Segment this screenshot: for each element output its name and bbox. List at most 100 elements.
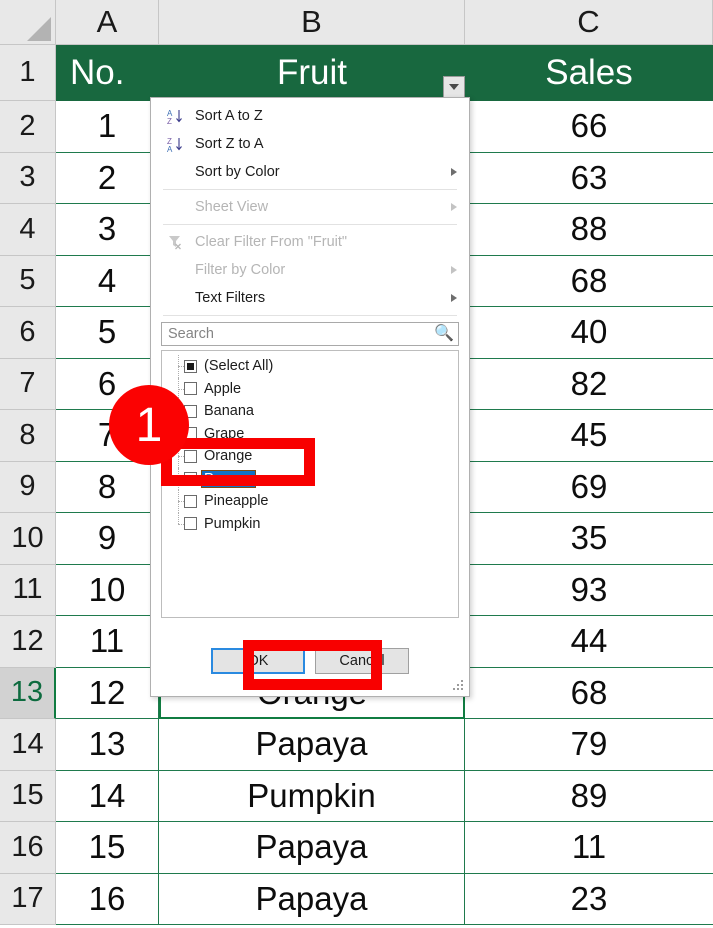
filter-list-item-pumpkin[interactable]: Pumpkin (162, 512, 458, 536)
cell-a5[interactable]: 4 (56, 255, 159, 307)
menu-item-sheet-view: Sheet View (151, 193, 469, 221)
filter-list-item-label: (Select All) (204, 358, 274, 375)
cell-a2[interactable]: 1 (56, 101, 159, 153)
cell-a15[interactable]: 14 (56, 770, 159, 822)
submenu-arrow-icon (451, 168, 457, 176)
highlight-box-ok-button (243, 640, 382, 690)
row-header-4[interactable]: 4 (0, 204, 56, 256)
row-header-3[interactable]: 3 (0, 152, 56, 204)
menu-separator (163, 315, 457, 316)
cell-c13[interactable]: 68 (465, 667, 713, 719)
filter-list-item-banana[interactable]: Banana (162, 400, 458, 423)
no-icon (161, 285, 189, 311)
cell-a16[interactable]: 15 (56, 822, 159, 874)
cell-c2[interactable]: 66 (465, 101, 713, 153)
cell-c12[interactable]: 44 (465, 616, 713, 668)
cell-c11[interactable]: 93 (465, 564, 713, 616)
menu-item-sort-a-to-z[interactable]: A Z Sort A to Z (151, 102, 469, 130)
cell-c7[interactable]: 82 (465, 358, 713, 410)
cell-a12[interactable]: 11 (56, 616, 159, 668)
cell-a3[interactable]: 2 (56, 152, 159, 204)
tree-connector-icon (174, 512, 184, 536)
clear-filter-icon (161, 229, 189, 255)
cell-a9[interactable]: 8 (56, 461, 159, 513)
row-header-11[interactable]: 11 (0, 564, 56, 616)
cell-c15[interactable]: 89 (465, 770, 713, 822)
menu-item-label: Sort A to Z (195, 108, 263, 124)
menu-item-sort-z-to-a[interactable]: Z A Sort Z to A (151, 130, 469, 158)
row-header-1[interactable]: 1 (0, 45, 56, 101)
resize-grip-icon[interactable] (453, 680, 465, 692)
cell-b17[interactable]: Papaya (159, 873, 465, 925)
cell-a11[interactable]: 10 (56, 564, 159, 616)
menu-item-label: Sheet View (195, 199, 269, 215)
chevron-down-icon (449, 84, 459, 90)
column-header-row: A B C (0, 0, 713, 45)
filter-list-item-pineapple[interactable]: Pineapple (162, 490, 458, 513)
filter-list-item-label: Apple (204, 380, 242, 397)
row-header-9[interactable]: 9 (0, 461, 56, 513)
cell-c3[interactable]: 63 (465, 152, 713, 204)
row-header-15[interactable]: 15 (0, 770, 56, 822)
filter-list-item-apple[interactable]: Apple (162, 377, 458, 401)
filter-list-item-select-all[interactable]: (Select All) (162, 355, 458, 378)
cell-c8[interactable]: 45 (465, 410, 713, 462)
cell-b15[interactable]: Pumpkin (159, 770, 465, 822)
filter-menu: A Z Sort A to Z Z A Sort Z to A Sort by Color S… (151, 98, 469, 316)
row-header-6[interactable]: 6 (0, 307, 56, 359)
checkbox-unchecked[interactable] (184, 494, 197, 508)
checkbox-unchecked[interactable] (184, 517, 197, 531)
row-header-10[interactable]: 10 (0, 513, 56, 565)
sort-az-icon: AZ (161, 103, 189, 129)
row-header-8[interactable]: 8 (0, 410, 56, 462)
filter-dropdown-button-fruit[interactable] (443, 76, 465, 98)
no-icon (161, 194, 189, 220)
row-header-7[interactable]: 7 (0, 358, 56, 410)
cell-c6[interactable]: 40 (465, 307, 713, 359)
cell-c9[interactable]: 69 (465, 461, 713, 513)
row-header-14[interactable]: 14 (0, 719, 56, 771)
cell-a13[interactable]: 12 (56, 667, 159, 719)
row-header-12[interactable]: 12 (0, 616, 56, 668)
row-header-16[interactable]: 16 (0, 822, 56, 874)
checkbox-unchecked[interactable] (184, 382, 197, 396)
cell-a10[interactable]: 9 (56, 513, 159, 565)
row-header-5[interactable]: 5 (0, 255, 56, 307)
cell-a14[interactable]: 13 (56, 719, 159, 771)
step-badge-1: 1 (109, 385, 189, 465)
menu-separator (163, 189, 457, 190)
filter-list-item-label: Pumpkin (204, 515, 261, 532)
cell-c16[interactable]: 11 (465, 822, 713, 874)
cell-c17[interactable]: 23 (465, 873, 713, 925)
cell-a6[interactable]: 5 (56, 307, 159, 359)
menu-separator (163, 224, 457, 225)
select-all-corner[interactable] (0, 0, 56, 45)
cell-b14[interactable]: Papaya (159, 719, 465, 771)
menu-item-sort-by-color[interactable]: Sort by Color (151, 158, 469, 186)
menu-item-label: Sort Z to A (195, 136, 264, 152)
submenu-arrow-icon (451, 294, 457, 302)
filter-dropdown-panel: A Z Sort A to Z Z A Sort Z to A Sort by Color S… (150, 97, 470, 697)
cell-a1-no[interactable]: No. (56, 45, 159, 101)
cell-c4[interactable]: 88 (465, 204, 713, 256)
checkbox-partial[interactable] (184, 359, 197, 373)
highlight-box-papaya (161, 438, 315, 486)
column-header-a[interactable]: A (56, 0, 159, 45)
menu-item-text-filters[interactable]: Text Filters (151, 284, 469, 312)
cell-b1-fruit[interactable]: Fruit (159, 45, 465, 101)
cell-c5[interactable]: 68 (465, 255, 713, 307)
row-header-17[interactable]: 17 (0, 873, 56, 925)
search-input[interactable]: Search (168, 326, 434, 342)
row-header-2[interactable]: 2 (0, 101, 56, 153)
row-header-13[interactable]: 13 (0, 667, 56, 719)
cell-a17[interactable]: 16 (56, 873, 159, 925)
column-header-c[interactable]: C (465, 0, 713, 45)
cell-b16[interactable]: Papaya (159, 822, 465, 874)
cell-c14[interactable]: 79 (465, 719, 713, 771)
cell-c1-sales[interactable]: Sales (465, 45, 713, 101)
column-header-b[interactable]: B (159, 0, 465, 45)
cell-a4[interactable]: 3 (56, 204, 159, 256)
search-icon[interactable]: 🔍 (434, 326, 454, 342)
search-box[interactable]: Search 🔍 (161, 322, 459, 346)
cell-c10[interactable]: 35 (465, 513, 713, 565)
